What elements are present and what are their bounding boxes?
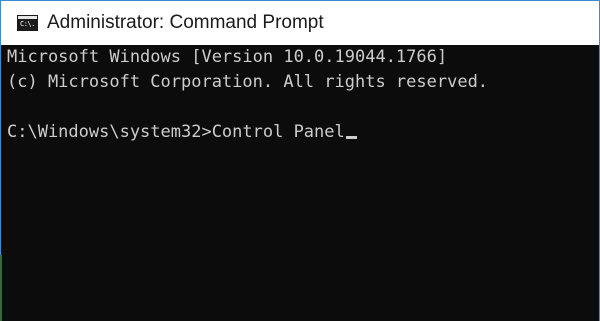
cmd-icon: C:\.: [17, 15, 38, 31]
console-line-version: Microsoft Windows [Version 10.0.19044.17…: [7, 47, 448, 67]
command-prompt-window: C:\. Administrator: Command Prompt Micro…: [0, 0, 600, 321]
command-line-text: C:\Windows\system32>Control Panel: [7, 122, 345, 142]
cmd-icon-strip: [18, 16, 37, 19]
left-edge-accent: [0, 255, 2, 321]
window-title: Administrator: Command Prompt: [47, 12, 324, 33]
console-line-copyright: (c) Microsoft Corporation. All rights re…: [7, 72, 489, 92]
command-line[interactable]: C:\Windows\system32>Control Panel: [7, 120, 593, 145]
text-cursor: [345, 136, 357, 139]
cmd-icon-label: C:\.: [20, 20, 35, 28]
console-output[interactable]: Microsoft Windows [Version 10.0.19044.17…: [7, 45, 593, 321]
title-bar[interactable]: C:\. Administrator: Command Prompt: [1, 0, 599, 45]
